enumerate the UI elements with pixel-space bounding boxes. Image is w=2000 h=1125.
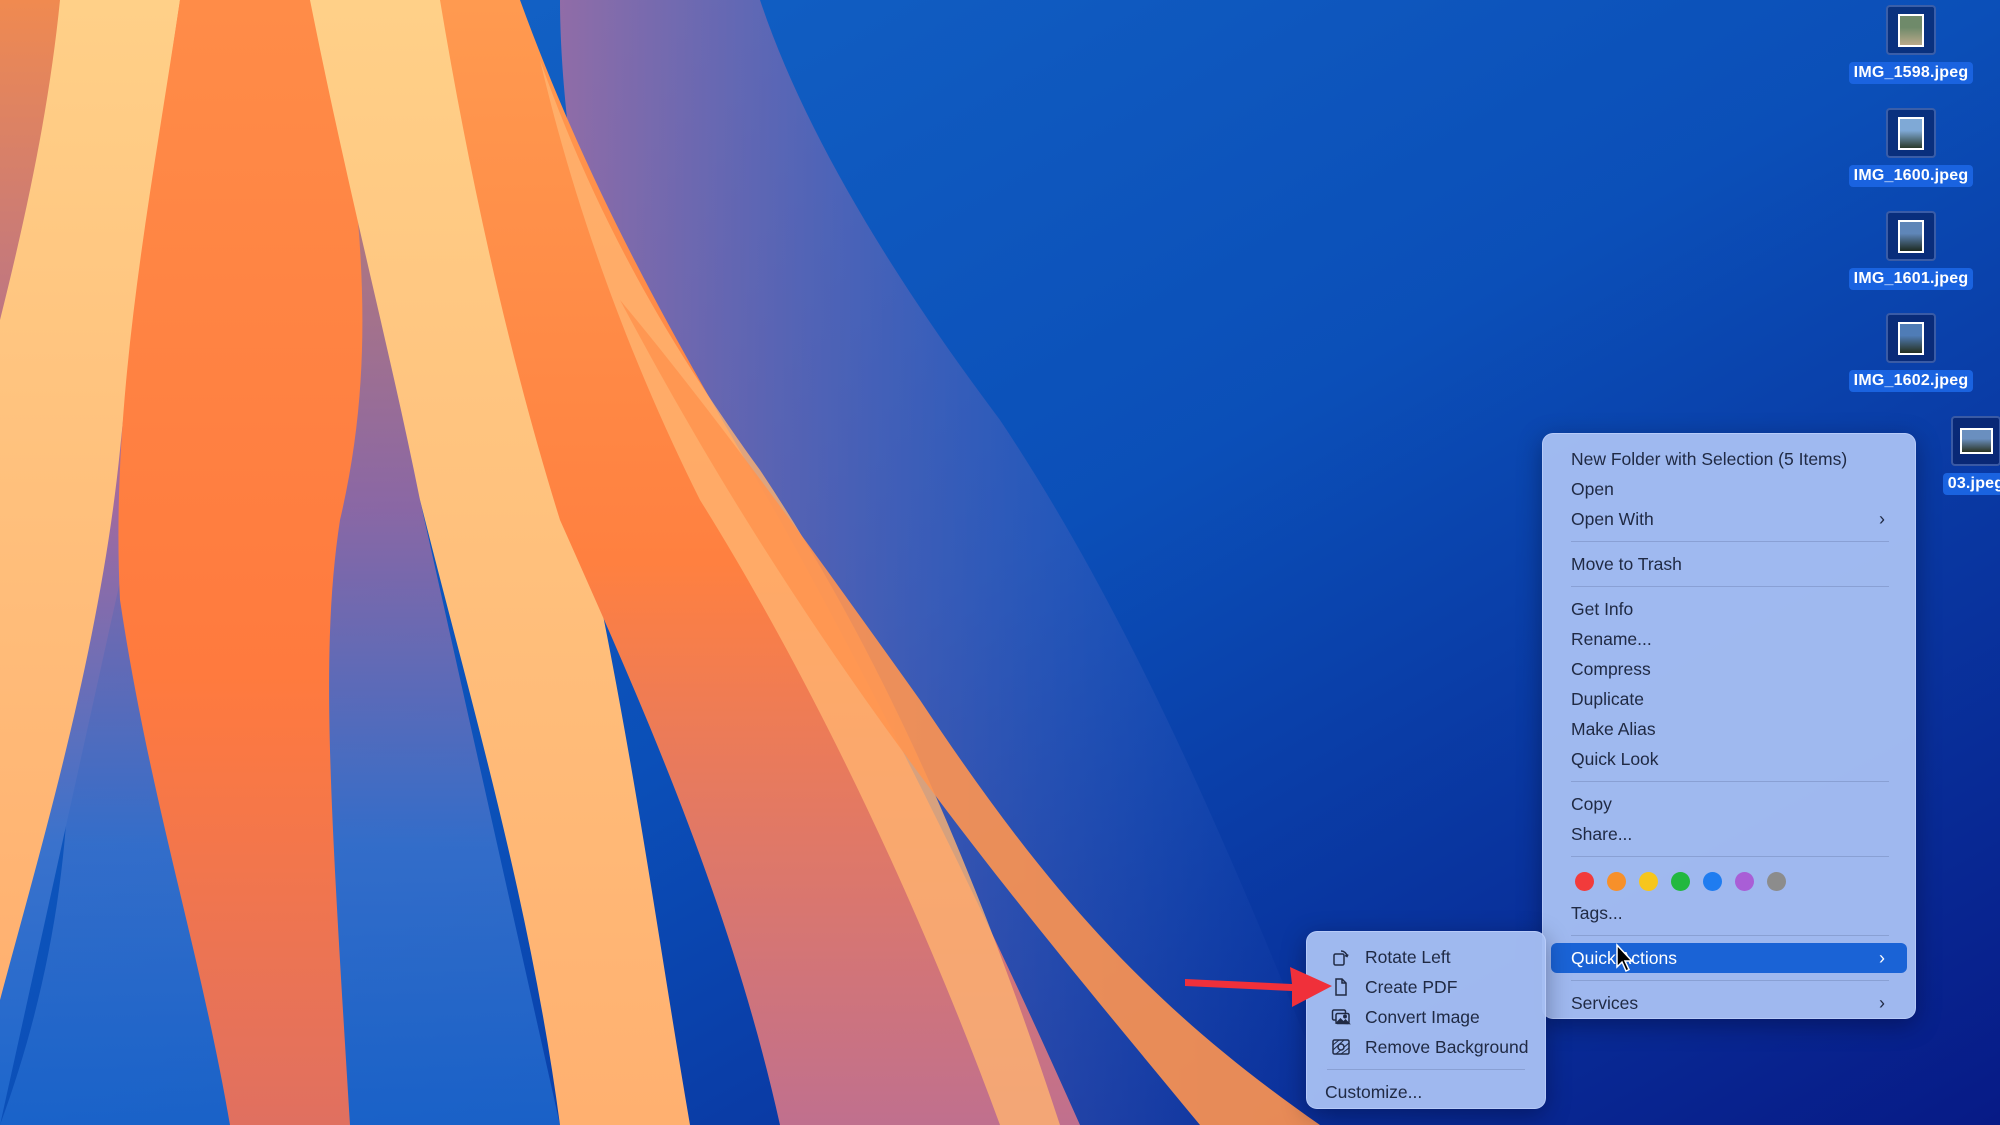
menu-item-services[interactable]: Services › <box>1557 988 1901 1018</box>
image-thumbnail <box>1886 211 1936 261</box>
menu-item-label: Copy <box>1571 794 1612 814</box>
menu-item-label: Get Info <box>1571 599 1634 619</box>
mouse-cursor-icon <box>1616 943 1634 973</box>
menu-separator <box>1571 935 1889 936</box>
menu-separator <box>1327 1069 1525 1070</box>
submenu-item-convert-image[interactable]: Convert Image <box>1319 1002 1533 1032</box>
file-name: 03.jpeg <box>1942 473 2000 495</box>
menu-item-label: Tags... <box>1571 903 1623 923</box>
desktop-file[interactable]: IMG_1601.jpeg <box>1841 211 1981 290</box>
tag-blue[interactable] <box>1703 871 1722 891</box>
menu-item-open-with[interactable]: Open With › <box>1557 504 1901 534</box>
desktop-file[interactable]: IMG_1600.jpeg <box>1841 108 1981 187</box>
image-thumbnail <box>1886 5 1936 55</box>
submenu-item-label: Convert Image <box>1365 1007 1480 1027</box>
menu-item-compress[interactable]: Compress <box>1557 654 1901 684</box>
image-thumbnail <box>1951 416 2000 466</box>
menu-item-copy[interactable]: Copy <box>1557 789 1901 819</box>
annotation-arrow-icon <box>1185 967 1332 1007</box>
menu-item-label: Rename... <box>1571 629 1652 649</box>
submenu-item-label: Customize... <box>1325 1082 1423 1102</box>
quick-actions-submenu: Rotate Left Create PDF Convert Image Rem… <box>1306 931 1546 1109</box>
menu-item-share[interactable]: Share... <box>1557 819 1901 849</box>
desktop-file[interactable]: 03.jpeg <box>1906 416 2000 495</box>
submenu-item-label: Rotate Left <box>1365 947 1451 967</box>
menu-item-label: Quick Look <box>1571 749 1659 769</box>
menu-item-label: New Folder with Selection (5 Items) <box>1571 449 1848 469</box>
tag-color-row <box>1557 864 1901 898</box>
menu-separator <box>1571 541 1889 542</box>
tag-gray[interactable] <box>1767 871 1786 891</box>
remove-background-icon <box>1329 1037 1353 1057</box>
menu-item-tags[interactable]: Tags... <box>1557 898 1901 928</box>
menu-item-make-alias[interactable]: Make Alias <box>1557 714 1901 744</box>
menu-separator <box>1571 980 1889 981</box>
submenu-item-create-pdf[interactable]: Create PDF <box>1319 972 1533 1002</box>
menu-item-get-info[interactable]: Get Info <box>1557 594 1901 624</box>
menu-item-rename[interactable]: Rename... <box>1557 624 1901 654</box>
submenu-item-rotate-left[interactable]: Rotate Left <box>1319 942 1533 972</box>
menu-item-quick-actions[interactable]: Quick Actions › <box>1551 943 1907 973</box>
image-thumbnail <box>1886 108 1936 158</box>
desktop-file[interactable]: IMG_1602.jpeg <box>1841 313 1981 392</box>
context-menu: New Folder with Selection (5 Items) Open… <box>1542 433 1916 1019</box>
menu-separator <box>1571 586 1889 587</box>
menu-item-label: Make Alias <box>1571 719 1656 739</box>
menu-item-label: Open <box>1571 479 1614 499</box>
submenu-item-customize[interactable]: Customize... <box>1319 1077 1533 1107</box>
file-name: IMG_1598.jpeg <box>1848 62 1974 84</box>
tag-red[interactable] <box>1575 871 1594 891</box>
menu-item-label: Move to Trash <box>1571 554 1682 574</box>
menu-item-move-to-trash[interactable]: Move to Trash <box>1557 549 1901 579</box>
submenu-item-label: Remove Background <box>1365 1037 1529 1057</box>
tag-purple[interactable] <box>1735 871 1754 891</box>
submenu-item-remove-background[interactable]: Remove Background <box>1319 1032 1533 1062</box>
file-name: IMG_1601.jpeg <box>1848 268 1974 290</box>
menu-item-duplicate[interactable]: Duplicate <box>1557 684 1901 714</box>
menu-item-new-folder-with-selection[interactable]: New Folder with Selection (5 Items) <box>1557 444 1901 474</box>
menu-item-quick-look[interactable]: Quick Look <box>1557 744 1901 774</box>
submenu-item-label: Create PDF <box>1365 977 1458 997</box>
menu-item-label: Share... <box>1571 824 1633 844</box>
file-name: IMG_1600.jpeg <box>1848 165 1974 187</box>
menu-item-label: Services <box>1571 993 1639 1013</box>
menu-item-label: Compress <box>1571 659 1651 679</box>
chevron-right-icon: › <box>1879 509 1885 529</box>
menu-separator <box>1571 856 1889 857</box>
menu-item-open[interactable]: Open <box>1557 474 1901 504</box>
tag-yellow[interactable] <box>1639 871 1658 891</box>
menu-separator <box>1571 781 1889 782</box>
menu-item-label: Open With <box>1571 509 1654 529</box>
file-name: IMG_1602.jpeg <box>1848 370 1974 392</box>
menu-item-label: Duplicate <box>1571 689 1644 709</box>
image-thumbnail <box>1886 313 1936 363</box>
desktop-file[interactable]: IMG_1598.jpeg <box>1841 5 1981 84</box>
chevron-right-icon: › <box>1879 993 1885 1013</box>
chevron-right-icon: › <box>1879 948 1885 968</box>
tag-green[interactable] <box>1671 871 1690 891</box>
tag-orange[interactable] <box>1607 871 1626 891</box>
